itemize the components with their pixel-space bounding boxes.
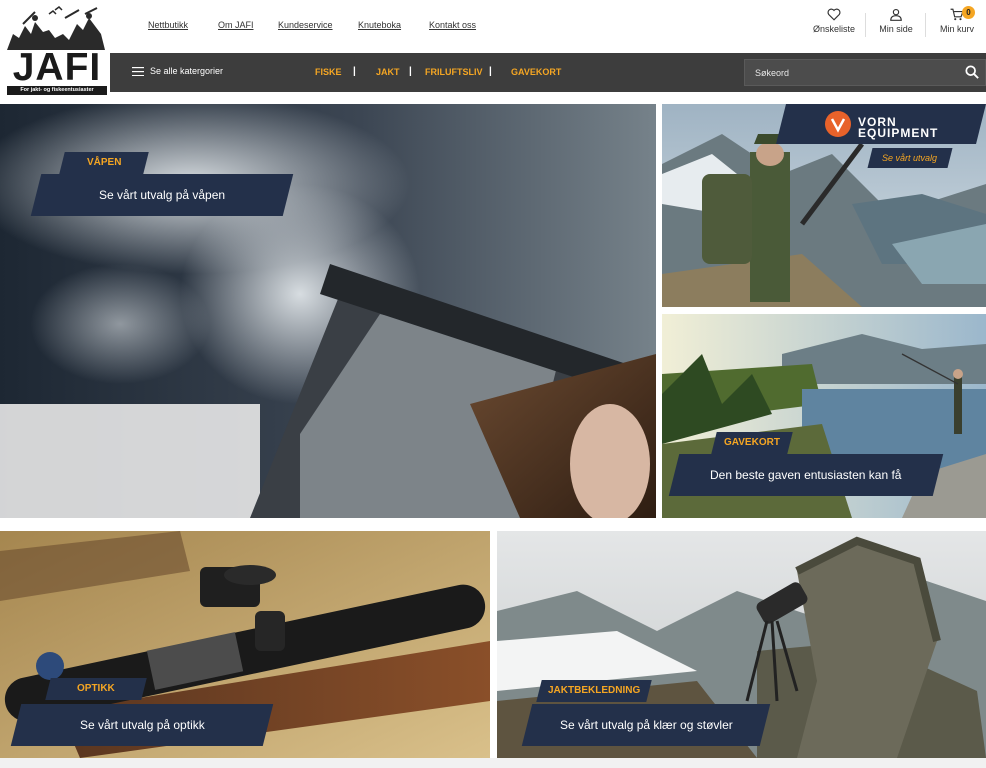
- divider: [865, 13, 866, 37]
- category-jakt[interactable]: JAKT: [376, 67, 400, 77]
- nav-link-om-jafi[interactable]: Om JAFI: [218, 20, 254, 30]
- weapons-tag: VÅPEN: [59, 152, 149, 174]
- clothing-banner[interactable]: JAKTBEKLEDNING Se vårt utvalg på klær og…: [497, 531, 986, 758]
- cart-button[interactable]: Min kurv 0: [933, 6, 981, 42]
- clothing-cta[interactable]: Se vårt utvalg på klær og støvler: [521, 704, 771, 746]
- giftcard-banner[interactable]: GAVEKORT Den beste gaven entusiasten kan…: [662, 314, 986, 518]
- category-separator: |: [489, 66, 492, 77]
- nav-link-kundeservice[interactable]: Kundeservice: [278, 20, 333, 30]
- brand-name: JAFI: [12, 46, 102, 89]
- search-box: [744, 59, 986, 86]
- heart-icon: [827, 8, 841, 21]
- account-button[interactable]: Min side: [872, 8, 920, 42]
- vorn-cta[interactable]: Se vårt utvalg: [867, 148, 953, 168]
- optics-tag: OPTIKK: [45, 678, 147, 700]
- giftcard-tag: GAVEKORT: [711, 432, 793, 454]
- search-icon[interactable]: [965, 65, 979, 79]
- category-friluftsliv[interactable]: FRILUFTSLIV: [425, 67, 483, 77]
- all-categories-label: Se alle katergorier: [150, 66, 224, 76]
- cart-count-badge: 0: [962, 6, 975, 19]
- vorn-banner[interactable]: VORN EQUIPMENT Se vårt utvalg: [662, 104, 986, 307]
- weapons-banner[interactable]: VÅPEN Se vårt utvalg på våpen: [0, 104, 656, 518]
- category-gavekort[interactable]: GAVEKORT: [511, 67, 561, 77]
- nav-link-kontakt-oss[interactable]: Kontakt oss: [429, 20, 476, 30]
- nav-link-knuteboka[interactable]: Knuteboka: [358, 20, 401, 30]
- wishlist-button[interactable]: Ønskeliste: [810, 8, 858, 42]
- category-bar: Se alle katergorier FISKE | JAKT | FRILU…: [110, 53, 986, 92]
- hunter-silhouette-icon: [7, 6, 105, 50]
- optics-banner[interactable]: OPTIKK Se vårt utvalg på optikk: [0, 531, 490, 758]
- hamburger-icon: [132, 67, 144, 77]
- clothing-tag: JAKTBEKLEDNING: [536, 680, 652, 702]
- giftcard-cta[interactable]: Den beste gaven entusiasten kan få: [668, 454, 944, 496]
- jafi-logo[interactable]: JAFI For jakt- og fiskeentusiaster: [5, 4, 107, 95]
- all-categories-button[interactable]: Se alle katergorier: [132, 66, 224, 77]
- page-footer-edge: [0, 758, 986, 768]
- category-separator: |: [409, 66, 412, 77]
- nav-link-nettbutikk[interactable]: Nettbutikk: [148, 20, 188, 30]
- vorn-logo: VORN EQUIPMENT: [858, 115, 939, 140]
- brand-tagline: For jakt- og fiskeentusiaster: [7, 86, 107, 95]
- wishlist-label: Ønskeliste: [812, 24, 856, 34]
- optics-cta[interactable]: Se vårt utvalg på optikk: [10, 704, 274, 746]
- search-input[interactable]: [745, 60, 955, 85]
- divider: [925, 13, 926, 37]
- category-fiske[interactable]: FISKE: [315, 67, 342, 77]
- weapons-cta[interactable]: Se vårt utvalg på våpen: [30, 174, 294, 216]
- cart-label: Min kurv: [939, 24, 974, 34]
- account-label: Min side: [879, 24, 913, 34]
- vorn-logo-icon: [825, 111, 851, 137]
- category-separator: |: [353, 66, 356, 77]
- user-icon: [890, 8, 902, 21]
